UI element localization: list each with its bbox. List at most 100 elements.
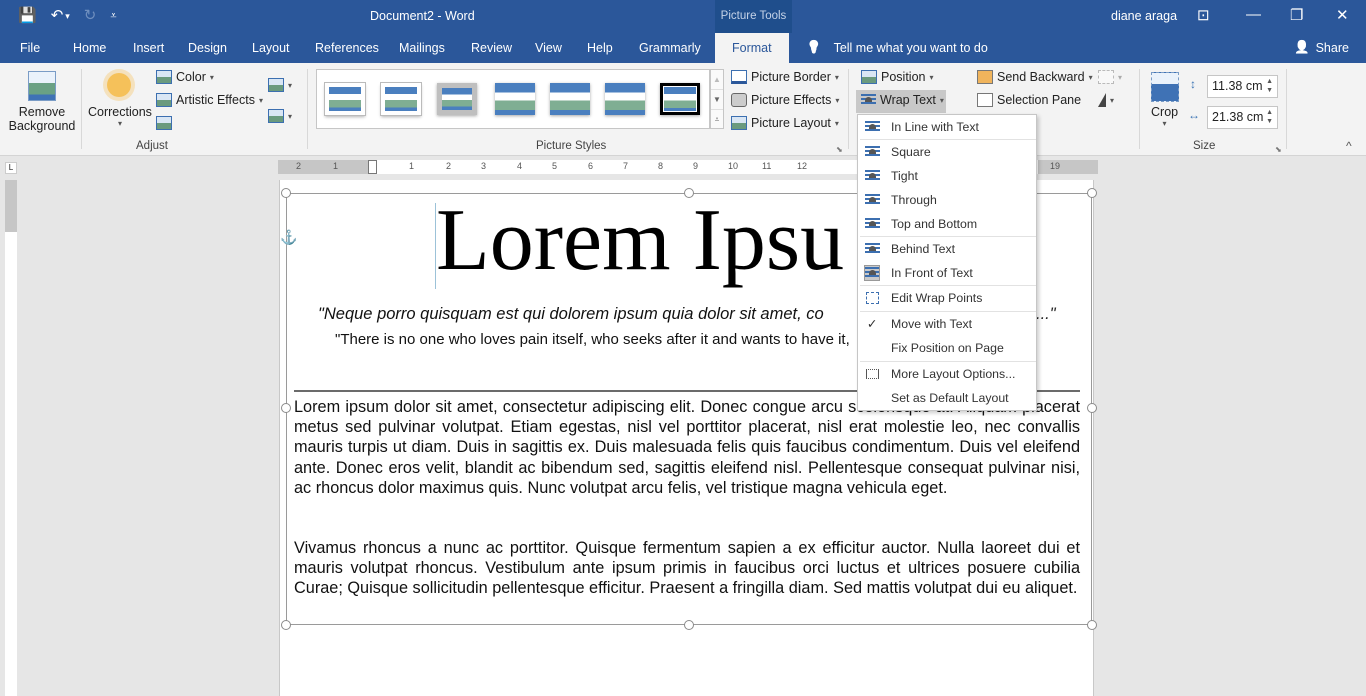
width-spin-arrows[interactable]: ▲ ▼ [1266,108,1273,126]
position-button[interactable]: Position ▾ [861,70,934,84]
vertical-ruler[interactable] [5,180,17,696]
shape-height-input[interactable]: 11.38 cm ▲ ▼ [1207,75,1278,98]
selection-pane-label: Selection Pane [997,93,1082,107]
size-group-label: Size [1193,140,1216,152]
picture-border-button[interactable]: Picture Border ▾ [731,70,839,84]
selection-pane-button[interactable]: Selection Pane [977,93,1081,107]
gallery-scrollbar[interactable]: ▲ ▼ ⩡ [710,69,724,129]
resize-handle-sw[interactable] [281,620,291,630]
resize-handle-s[interactable] [684,620,694,630]
rotate-button[interactable]: ▾ [1098,93,1114,107]
menu-item-move-with-text[interactable]: ✓ Move with Text [858,312,1036,336]
picture-border-label: Picture Border [751,70,831,84]
picture-style-7[interactable] [660,83,700,115]
menu-item-set-as-default-layout[interactable]: Set as Default Layout [858,386,1036,410]
shape-width-input[interactable]: 21.38 cm ▲ ▼ [1207,106,1278,129]
ribbon-display-options-icon[interactable]: ⊡ [1197,6,1210,24]
customize-qat-icon[interactable]: ⩡ [110,7,116,25]
save-icon[interactable]: 💾 [18,7,37,25]
tab-review[interactable]: Review [471,41,512,55]
menu-item-square[interactable]: Square [858,140,1036,164]
paragraph-1: Lorem ipsum dolor sit amet, consectetur … [294,398,1080,497]
resize-handle-nw[interactable] [281,188,291,198]
wrap-text-button[interactable]: Wrap Text ▾ [861,93,944,107]
gallery-more[interactable]: ⩡ [711,110,723,130]
ruler-tick-label: 6 [588,161,594,171]
gallery-scroll-up[interactable]: ▲ [711,70,723,90]
undo-dropdown-icon[interactable]: ▾ [65,7,70,25]
picture-styles-launcher-icon[interactable]: ⬊ [836,145,843,154]
user-name[interactable]: diane araga [1111,9,1177,23]
close-icon[interactable]: ✕ [1336,6,1349,24]
menu-item-fix-position-on-page[interactable]: Fix Position on Page [858,336,1036,360]
compress-pictures-button[interactable] [156,116,172,130]
resize-handle-ne[interactable] [1087,188,1097,198]
corrections-button[interactable]: Corrections ▾ [88,105,152,128]
resize-handle-e[interactable] [1087,403,1097,413]
height-spin-arrows[interactable]: ▲ ▼ [1266,77,1273,95]
picture-layout-button[interactable]: Picture Layout ▾ [731,116,839,130]
tab-mailings[interactable]: Mailings [399,41,445,55]
reset-picture-button[interactable]: ▾ [268,109,292,123]
indent-marker[interactable] [368,160,377,174]
picture-style-2[interactable] [381,83,421,115]
picture-border-icon [731,70,747,84]
share-button[interactable]: 👤 Share [1294,40,1349,55]
menu-item-in-line-with-text[interactable]: In Line with Text [858,115,1036,139]
picture-effects-button[interactable]: Picture Effects ▾ [731,93,839,107]
menu-item-tight[interactable]: Tight [858,164,1036,188]
color-caret: ▾ [209,72,214,82]
tab-file[interactable]: File [20,41,40,55]
tab-format[interactable]: Format [715,33,789,63]
artistic-effects-label: Artistic Effects [176,93,255,107]
paragraph-2: Vivamus rhoncus a nunc ac porttitor. Qui… [294,539,1080,598]
menu-item-behind-text[interactable]: Behind Text [858,237,1036,261]
anchor-icon[interactable]: ⚓ [280,229,297,246]
behind-text-icon [864,241,880,257]
crop-button[interactable]: Crop ▾ [1151,105,1178,128]
color-button[interactable]: Color ▾ [156,70,214,84]
tab-help[interactable]: Help [587,41,613,55]
undo-icon[interactable]: ↶ [51,7,64,25]
menu-item-more-layout-options[interactable]: More Layout Options... [858,362,1036,386]
picture-style-1[interactable] [325,83,365,115]
menu-item-top-and-bottom[interactable]: Top and Bottom [858,212,1036,236]
top-bottom-wrap-icon [864,216,880,232]
tab-insert[interactable]: Insert [133,41,164,55]
menu-item-through[interactable]: Through [858,188,1036,212]
picture-effects-icon [731,93,747,107]
resize-handle-w[interactable] [281,403,291,413]
tab-grammarly[interactable]: Grammarly [639,41,701,55]
gallery-scroll-down[interactable]: ▼ [711,90,723,110]
tab-home[interactable]: Home [73,41,106,55]
minimize-icon[interactable]: — [1246,6,1261,23]
tab-design[interactable]: Design [188,41,227,55]
width-icon: ↔ [1188,108,1200,122]
collapse-ribbon-icon[interactable]: ^ [1346,139,1352,153]
ruler-tick-label: 12 [797,161,808,171]
menu-item-edit-wrap-points[interactable]: Edit Wrap Points [858,286,1036,310]
menu-label: Square [891,145,931,159]
tab-layout[interactable]: Layout [252,41,290,55]
resize-handle-se[interactable] [1087,620,1097,630]
restore-icon[interactable]: ❐ [1290,6,1303,24]
picture-style-3[interactable] [437,83,477,115]
menu-item-in-front-of-text[interactable]: In Front of Text [858,261,1036,285]
tab-view[interactable]: View [535,41,562,55]
tab-selector[interactable]: L [5,162,17,174]
tab-references[interactable]: References [315,41,379,55]
picture-style-6[interactable] [605,83,645,115]
artistic-effects-icon [156,93,172,107]
artistic-effects-button[interactable]: Artistic Effects ▾ [156,93,263,107]
remove-background-button[interactable]: Remove Background [9,105,76,133]
menu-label: More Layout Options... [891,367,1016,381]
ruler-margin-top [5,180,17,232]
picture-style-4[interactable] [495,83,535,115]
picture-tools-context-label: Picture Tools [715,0,792,33]
picture-style-5[interactable] [550,83,590,115]
tell-me-search[interactable]: 💡 Tell me what you want to do [806,40,988,55]
change-picture-button[interactable]: ▾ [268,78,292,92]
corrections-label: Corrections [88,105,152,119]
size-launcher-icon[interactable]: ⬊ [1275,145,1282,154]
send-backward-button[interactable]: Send Backward ▾ [977,70,1093,84]
